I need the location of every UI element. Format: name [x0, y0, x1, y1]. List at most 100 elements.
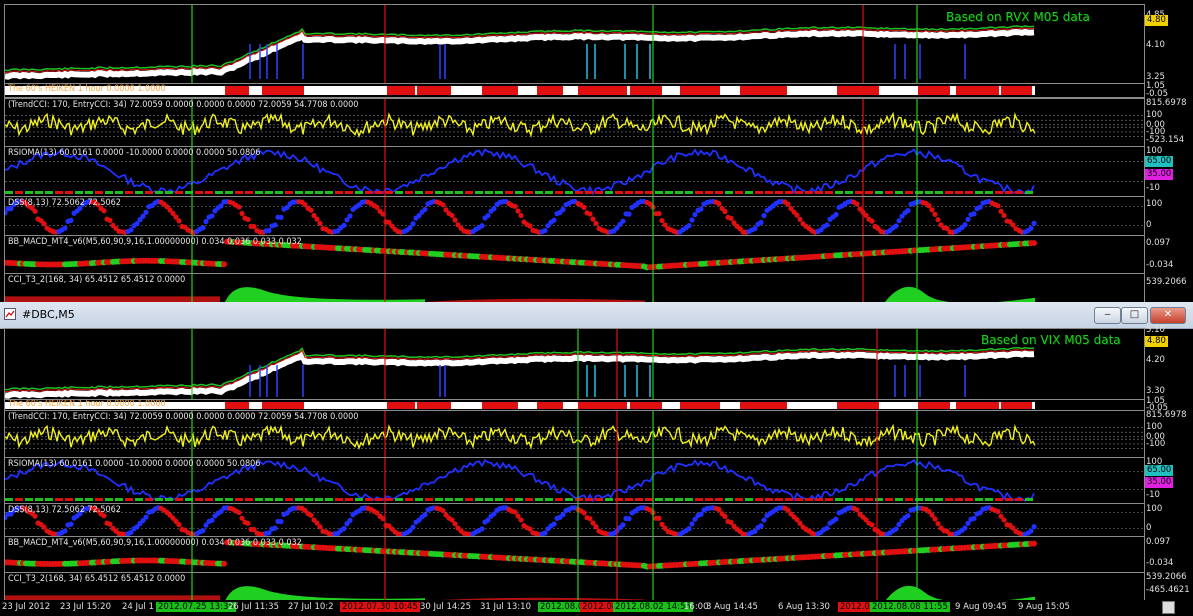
rsioma-axis: 100 65.00 35.00 -10	[1144, 457, 1193, 502]
rsioma-histogram	[265, 191, 273, 194]
dss-dot	[1028, 528, 1034, 534]
maximize-button[interactable]: □	[1121, 307, 1148, 324]
rsioma-histogram	[365, 191, 373, 194]
heiken-axis: 1.05 -0.05	[1144, 396, 1193, 413]
chart-window-top[interactable]: 4.85 4.80 4.10 3.25 Based on RVX M05 dat…	[0, 0, 1193, 302]
dss-dot	[929, 207, 935, 213]
rsioma-histogram	[225, 498, 233, 501]
rsioma-histogram	[595, 498, 603, 501]
rsioma-histogram	[925, 498, 933, 501]
rsioma-histogram	[505, 191, 513, 194]
dss-pane[interactable]: DSS(8,13) 72.5062 72.5062	[4, 503, 1145, 538]
heiken-bar	[537, 402, 563, 409]
dss-dot	[965, 216, 971, 222]
heiken-bar	[630, 86, 662, 95]
dss-dot	[932, 211, 938, 218]
rsioma-histogram	[215, 191, 223, 194]
cci-t3-pane[interactable]: CCI_T3_2(168, 34) 65.4512 65.4512 0.0000	[4, 572, 1145, 602]
rsioma-histogram	[495, 191, 503, 194]
dss-dot	[998, 208, 1004, 214]
dss-dot	[410, 221, 416, 227]
time-axis-label: 2012.07.25 13:35	[156, 602, 236, 612]
heiken-bar	[482, 86, 518, 95]
minimize-button[interactable]: ‒	[1094, 307, 1121, 324]
bb-macd-pane[interactable]: BB_MACD_MT4_v6(M5,60,90,9,16,1.00000000)…	[4, 536, 1145, 573]
axis-tick: 100	[1146, 504, 1163, 514]
axis-tick: -465.4621	[1146, 585, 1190, 595]
rsioma-histogram	[625, 498, 633, 501]
rsioma-histogram	[555, 498, 563, 501]
rsioma-histogram	[105, 498, 113, 501]
rsioma-histogram	[1015, 191, 1023, 194]
dss-dot	[485, 213, 491, 219]
rsioma-histogram	[515, 191, 523, 194]
bb-macd-axis: 0.097 -0.034	[1144, 235, 1193, 272]
rsioma-histogram	[155, 191, 163, 194]
dss-chart	[5, 504, 1144, 537]
time-axis-label: 9 Aug 15:05	[1018, 602, 1070, 612]
dss-dot	[962, 525, 968, 531]
trend-cci-pane[interactable]: (TrendCCI: 170, EntryCCI: 34) 72.0059 0.…	[4, 410, 1145, 459]
bb-macd-pane[interactable]: BB_MACD_MT4_v6(M5,60,90,9,16,1.00000000)…	[4, 235, 1145, 274]
rsioma-histogram	[225, 191, 233, 194]
cci-t3-label: CCI_T3_2(168, 34) 65.4512 65.4512 0.0000	[8, 574, 186, 584]
dss-dot	[251, 223, 257, 230]
scroll-corner[interactable]	[1162, 601, 1175, 614]
dss-dot	[200, 225, 206, 231]
dss-dot	[620, 218, 626, 224]
dss-dot	[935, 520, 941, 527]
dss-dot	[620, 522, 626, 528]
price-chart	[5, 329, 1035, 401]
rsioma-upper-tag: 65.00	[1145, 465, 1174, 476]
rsioma-histogram	[85, 498, 93, 501]
dss-dot	[935, 217, 941, 223]
rsioma-histogram	[545, 498, 553, 501]
rsioma-histogram	[745, 191, 753, 194]
heiken-bar	[956, 402, 999, 409]
dss-dot	[176, 522, 182, 528]
dss-dot	[32, 208, 38, 214]
rsioma-histogram	[795, 498, 803, 501]
rsioma-histogram	[355, 498, 363, 501]
rsioma-histogram	[505, 498, 513, 501]
heiken-pane[interactable]: The 60's HEIKEN 1 hour 0.0000 1.0000	[4, 83, 1145, 98]
dss-pane[interactable]: DSS(8,13) 72.5062 72.5062	[4, 196, 1145, 236]
rsioma-histogram	[785, 498, 793, 501]
dss-dot	[1001, 517, 1007, 523]
rsioma-histogram	[95, 191, 103, 194]
rsioma-histogram	[45, 498, 53, 501]
price-pane[interactable]	[4, 328, 1145, 402]
rsioma-histogram	[125, 498, 133, 501]
rsioma-histogram	[815, 191, 823, 194]
rsioma-histogram	[175, 191, 183, 194]
rsioma-histogram	[75, 191, 83, 194]
rsioma-histogram	[495, 498, 503, 501]
dss-dot	[200, 527, 206, 534]
dss-dot	[101, 208, 107, 214]
cci-t3-axis: 539.2066	[1144, 273, 1193, 301]
trend-cci-pane[interactable]: (TrendCCI: 170, EntryCCI: 34) 72.0059 0.…	[4, 98, 1145, 147]
rsioma-histogram	[855, 498, 863, 501]
dss-dot	[128, 227, 134, 233]
window-titlebar[interactable]: #DBC,M5 ‒ □ ✕	[0, 302, 1193, 329]
rsioma-histogram	[875, 498, 883, 501]
rsioma-histogram	[455, 191, 463, 194]
close-button[interactable]: ✕	[1150, 307, 1186, 324]
rsioma-histogram	[535, 191, 543, 194]
rsioma-histogram	[255, 498, 263, 501]
cci-t3-pane[interactable]: CCI_T3_2(168, 34) 65.4512 65.4512 0.0000	[4, 273, 1145, 302]
rsioma-histogram	[725, 191, 733, 194]
rsioma-histogram	[385, 498, 393, 501]
macd-dot	[1031, 540, 1037, 547]
rsioma-histogram	[395, 498, 403, 501]
dss-dot	[515, 208, 521, 214]
chart-window-dbc[interactable]: #DBC,M5 ‒ □ ✕ 5.10 4.80 4.20 3.30 Based …	[0, 302, 1193, 616]
rsioma-pane[interactable]: RSIOMA(13) 60.0161 0.0000 -10.0000 0.000…	[4, 146, 1145, 197]
dss-dot	[854, 201, 860, 207]
dss-dot	[797, 216, 803, 222]
rsioma-histogram	[425, 191, 433, 194]
rsioma-histogram	[285, 498, 293, 501]
dss-dot	[341, 222, 347, 228]
rsioma-pane[interactable]: RSIOMA(13) 60.0161 0.0000 -10.0000 0.000…	[4, 457, 1145, 504]
rsioma-histogram	[55, 498, 63, 501]
